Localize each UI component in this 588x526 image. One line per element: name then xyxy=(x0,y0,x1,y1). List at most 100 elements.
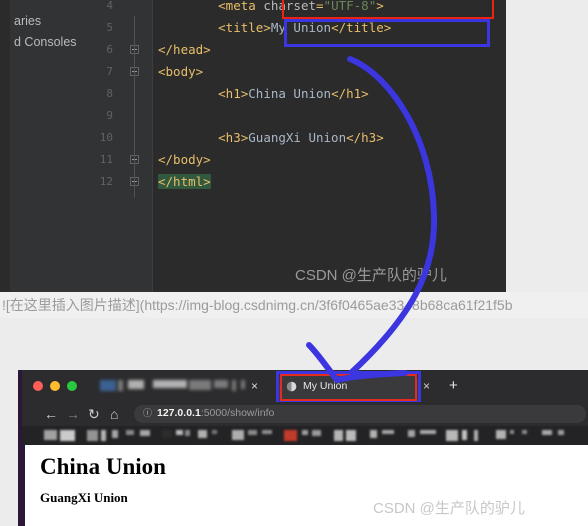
tab-close-icon[interactable]: × xyxy=(423,379,430,393)
line-number: 7 xyxy=(106,65,113,78)
code-line[interactable]: <meta charset="UTF-8"> xyxy=(218,0,384,17)
bookmark-item[interactable] xyxy=(312,430,321,436)
bookmark-item[interactable] xyxy=(112,430,118,438)
tree-item-scratches-and-consoles[interactable]: d Consoles xyxy=(10,32,92,53)
browser-tabstrip[interactable]: × My Union × + xyxy=(22,370,588,404)
bookmark-item[interactable] xyxy=(140,430,150,436)
code-line[interactable]: <h3>GuangXi Union</h3> xyxy=(218,127,384,149)
browser-tab-my-union[interactable] xyxy=(278,374,418,402)
page-heading-h3: GuangXi Union xyxy=(40,490,128,505)
bookmark-item[interactable] xyxy=(60,430,75,441)
bookmark-item[interactable] xyxy=(198,430,207,438)
code-token: <h1> xyxy=(218,86,249,101)
bookmark-item[interactable] xyxy=(302,430,308,435)
bookmark-item[interactable] xyxy=(474,430,478,441)
bookmark-item[interactable] xyxy=(248,430,257,435)
blurred-tab[interactable] xyxy=(153,380,187,388)
blurred-tab[interactable] xyxy=(241,380,245,389)
content-left-edge xyxy=(22,445,25,526)
bookmark-item[interactable] xyxy=(284,430,297,441)
home-icon[interactable]: ⌂ xyxy=(110,406,118,422)
bookmark-item[interactable] xyxy=(346,430,356,441)
code-token: </title> xyxy=(331,20,392,35)
code-line[interactable]: </body> xyxy=(158,149,211,171)
ide-watermark: CSDN @生产队的驴儿 xyxy=(295,267,447,284)
tree-item-libraries[interactable]: aries xyxy=(10,11,92,32)
screenshot-root: aries d Consoles 4 5 6 7 8 9 10 11 12 <meta char… xyxy=(0,0,588,526)
code-token: <meta xyxy=(218,0,256,13)
code-line[interactable]: </head> xyxy=(158,39,211,61)
editor-gutter[interactable]: 4 5 6 7 8 9 10 11 12 xyxy=(92,0,152,292)
bookmark-item[interactable] xyxy=(510,430,514,434)
project-tree-sidebar[interactable]: aries d Consoles xyxy=(10,0,92,292)
bookmark-item[interactable] xyxy=(176,430,183,435)
address-bar-url: 127.0.0.1:5000/show/info xyxy=(157,406,274,420)
blurred-tab[interactable] xyxy=(100,380,116,391)
bookmark-item[interactable] xyxy=(212,430,217,434)
bookmark-item[interactable] xyxy=(408,430,415,437)
code-line[interactable]: <h1>China Union</h1> xyxy=(218,83,369,105)
code-line[interactable]: <title>My Union</title> xyxy=(218,17,391,39)
reload-icon[interactable]: ↻ xyxy=(88,406,100,422)
blurred-tab-close-icon[interactable]: × xyxy=(251,379,258,393)
window-minimize-button[interactable] xyxy=(50,381,60,391)
bookmark-item[interactable] xyxy=(87,430,98,441)
blurred-tab[interactable] xyxy=(214,380,228,388)
code-token: > xyxy=(376,0,384,13)
forward-icon[interactable]: → xyxy=(66,406,80,422)
line-number: 6 xyxy=(106,43,113,56)
code-token: </html> xyxy=(158,174,211,189)
bookmark-item[interactable] xyxy=(496,430,506,439)
blurred-tab[interactable] xyxy=(232,380,236,391)
bookmark-item[interactable] xyxy=(185,430,190,436)
code-editor[interactable]: 4 5 6 7 8 9 10 11 12 <meta charset="UTF-8"> <titl… xyxy=(92,0,506,292)
bookmark-item[interactable] xyxy=(542,430,552,435)
page-heading-h1: China Union xyxy=(40,454,166,479)
blurred-tab[interactable] xyxy=(118,380,123,391)
bookmark-item[interactable] xyxy=(370,430,377,438)
code-token: <h3> xyxy=(218,130,249,145)
bookmark-item[interactable] xyxy=(101,430,106,441)
code-line[interactable]: </html> xyxy=(158,171,211,193)
bookmark-item[interactable] xyxy=(126,430,134,435)
code-token: = xyxy=(316,0,324,13)
code-token: <body> xyxy=(158,64,204,79)
bookmarks-bar[interactable] xyxy=(22,426,588,445)
blurred-tab[interactable] xyxy=(128,380,144,389)
globe-icon xyxy=(286,381,297,392)
code-fold-rail xyxy=(134,16,135,198)
browser-navbar[interactable]: ← → ↻ ⌂ ⓘ 127.0.0.1:5000/show/info xyxy=(22,402,588,426)
code-token: </head> xyxy=(158,42,211,57)
markdown-source-strip: ![在这里插入图片描述](https://img-blog.csdnimg.cn… xyxy=(0,292,588,318)
code-token: <title> xyxy=(218,20,271,35)
bookmark-item[interactable] xyxy=(522,430,527,434)
bookmark-item[interactable] xyxy=(446,430,458,441)
code-token: </h3> xyxy=(346,130,384,145)
code-token: My Union xyxy=(270,20,332,35)
line-number: 4 xyxy=(106,0,113,12)
code-token: China Union xyxy=(248,86,332,101)
window-close-button[interactable] xyxy=(33,381,43,391)
code-token: charset xyxy=(255,0,317,13)
site-info-icon[interactable]: ⓘ xyxy=(143,407,152,419)
bookmark-item[interactable] xyxy=(334,430,343,441)
line-number: 12 xyxy=(99,175,113,188)
window-maximize-button[interactable] xyxy=(67,381,77,391)
bookmark-item[interactable] xyxy=(162,430,172,438)
new-tab-button[interactable]: + xyxy=(449,378,458,393)
bookmark-item[interactable] xyxy=(232,430,244,440)
bookmark-item[interactable] xyxy=(462,430,467,440)
code-token: GuangXi Union xyxy=(248,130,347,145)
bookmark-item[interactable] xyxy=(382,430,394,434)
line-number: 11 xyxy=(99,153,113,166)
blurred-tab[interactable] xyxy=(189,380,211,390)
back-icon[interactable]: ← xyxy=(44,406,58,422)
bookmark-item[interactable] xyxy=(420,430,436,434)
markdown-image-link-text: ![在这里插入图片描述](https://img-blog.csdnimg.cn… xyxy=(2,297,513,313)
bookmark-item[interactable] xyxy=(558,430,564,435)
ide-window: aries d Consoles 4 5 6 7 8 9 10 11 12 <meta char… xyxy=(0,0,506,292)
bookmark-item[interactable] xyxy=(44,430,57,440)
code-line[interactable]: <body> xyxy=(158,61,203,83)
browser-tab-title: My Union xyxy=(303,380,348,392)
bookmark-item[interactable] xyxy=(262,430,272,434)
